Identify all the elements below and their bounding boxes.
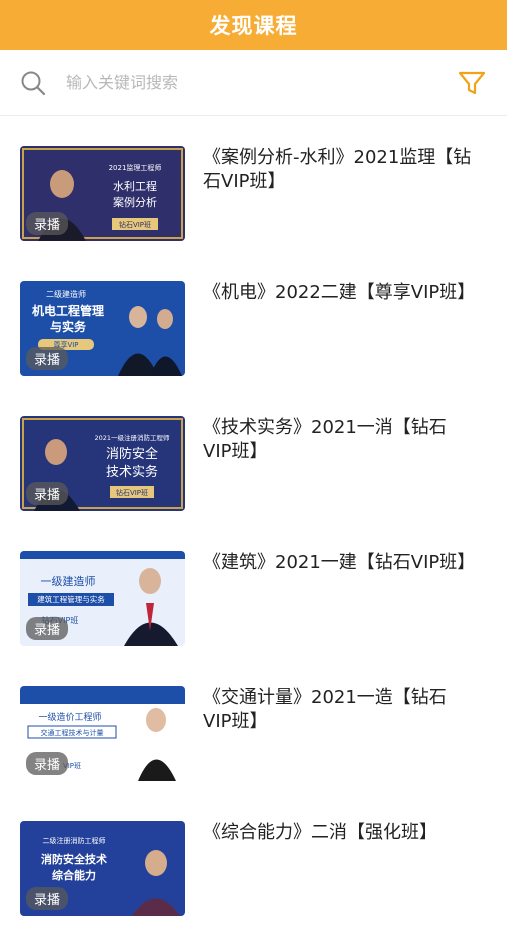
course-list: 2021监理工程师 水利工程 案例分析 钻石VIP班 录播 《案例分析-水利》2…: [0, 116, 507, 944]
course-title[interactable]: 《机电》2022二建【尊享VIP班】: [203, 281, 475, 305]
course-thumbnail[interactable]: 二级建造师 机电工程管理 与实务 尊享VIP 录播: [20, 281, 185, 376]
svg-text:二级建造师: 二级建造师: [46, 289, 86, 299]
svg-text:交通工程技术与计量: 交通工程技术与计量: [41, 728, 104, 737]
svg-text:机电工程管理: 机电工程管理: [32, 303, 104, 318]
list-item[interactable]: 二级建造师 机电工程管理 与实务 尊享VIP 录播 《机电》2022二建【尊享V…: [0, 269, 507, 404]
svg-text:建筑工程管理与实务: 建筑工程管理与实务: [37, 594, 105, 604]
search-input[interactable]: [64, 72, 457, 93]
course-title[interactable]: 《建筑》2021一建【钻石VIP班】: [203, 551, 475, 575]
svg-text:一级建造师: 一级建造师: [41, 574, 96, 588]
svg-text:案例分析: 案例分析: [113, 195, 157, 209]
svg-text:消防安全技术: 消防安全技术: [41, 852, 107, 866]
svg-text:二级注册消防工程师: 二级注册消防工程师: [43, 836, 106, 845]
recorded-badge: 录播: [26, 752, 69, 775]
course-thumbnail[interactable]: 2021一级注册消防工程师 消防安全 技术实务 钻石VIP班 录播: [20, 416, 185, 511]
search-icon[interactable]: [20, 70, 46, 96]
list-item[interactable]: 二级注册消防工程师 消防安全技术 综合能力 录播 《综合能力》二消【强化班】: [0, 809, 507, 944]
recorded-badge: 录播: [26, 887, 69, 910]
search-bar: [0, 50, 507, 116]
svg-text:2021监理工程师: 2021监理工程师: [109, 163, 162, 172]
course-thumbnail[interactable]: 一级建造师 建筑工程管理与实务 钻石VIP班 录播: [20, 551, 185, 646]
svg-text:钻石VIP班: 钻石VIP班: [116, 488, 148, 497]
course-thumbnail[interactable]: 二级注册消防工程师 消防安全技术 综合能力 录播: [20, 821, 185, 916]
recorded-badge: 录播: [26, 212, 69, 235]
list-item[interactable]: 一级造价工程师 交通工程技术与计量 VIP班 录播 《交通计量》2021一造【钻…: [0, 674, 507, 809]
app-header: 发现课程: [0, 0, 507, 50]
course-thumbnail[interactable]: 一级造价工程师 交通工程技术与计量 VIP班 录播: [20, 686, 185, 781]
recorded-badge: 录播: [26, 347, 69, 370]
svg-text:一级造价工程师: 一级造价工程师: [38, 711, 101, 723]
svg-text:消防安全: 消防安全: [106, 446, 158, 462]
list-item[interactable]: 一级建造师 建筑工程管理与实务 钻石VIP班 录播 《建筑》2021一建【钻石V…: [0, 539, 507, 674]
filter-icon[interactable]: [457, 68, 487, 98]
svg-text:2021一级注册消防工程师: 2021一级注册消防工程师: [94, 433, 170, 442]
recorded-badge: 录播: [26, 482, 69, 505]
svg-text:与实务: 与实务: [50, 319, 87, 334]
list-item[interactable]: 2021监理工程师 水利工程 案例分析 钻石VIP班 录播 《案例分析-水利》2…: [0, 134, 507, 269]
course-title[interactable]: 《综合能力》二消【强化班】: [203, 821, 473, 845]
svg-text:综合能力: 综合能力: [52, 868, 96, 882]
svg-text:技术实务: 技术实务: [106, 464, 158, 480]
svg-text:钻石VIP班: 钻石VIP班: [119, 220, 151, 229]
course-title[interactable]: 《案例分析-水利》2021监理【钻石VIP班】: [203, 146, 473, 194]
course-title[interactable]: 《技术实务》2021一消【钻石VIP班】: [203, 416, 473, 464]
svg-text:水利工程: 水利工程: [113, 180, 157, 193]
recorded-badge: 录播: [26, 617, 69, 640]
course-title[interactable]: 《交通计量》2021一造【钻石VIP班】: [203, 686, 473, 734]
course-thumbnail[interactable]: 2021监理工程师 水利工程 案例分析 钻石VIP班 录播: [20, 146, 185, 241]
page-title: 发现课程: [209, 14, 298, 38]
list-item[interactable]: 2021一级注册消防工程师 消防安全 技术实务 钻石VIP班 录播 《技术实务》…: [0, 404, 507, 539]
